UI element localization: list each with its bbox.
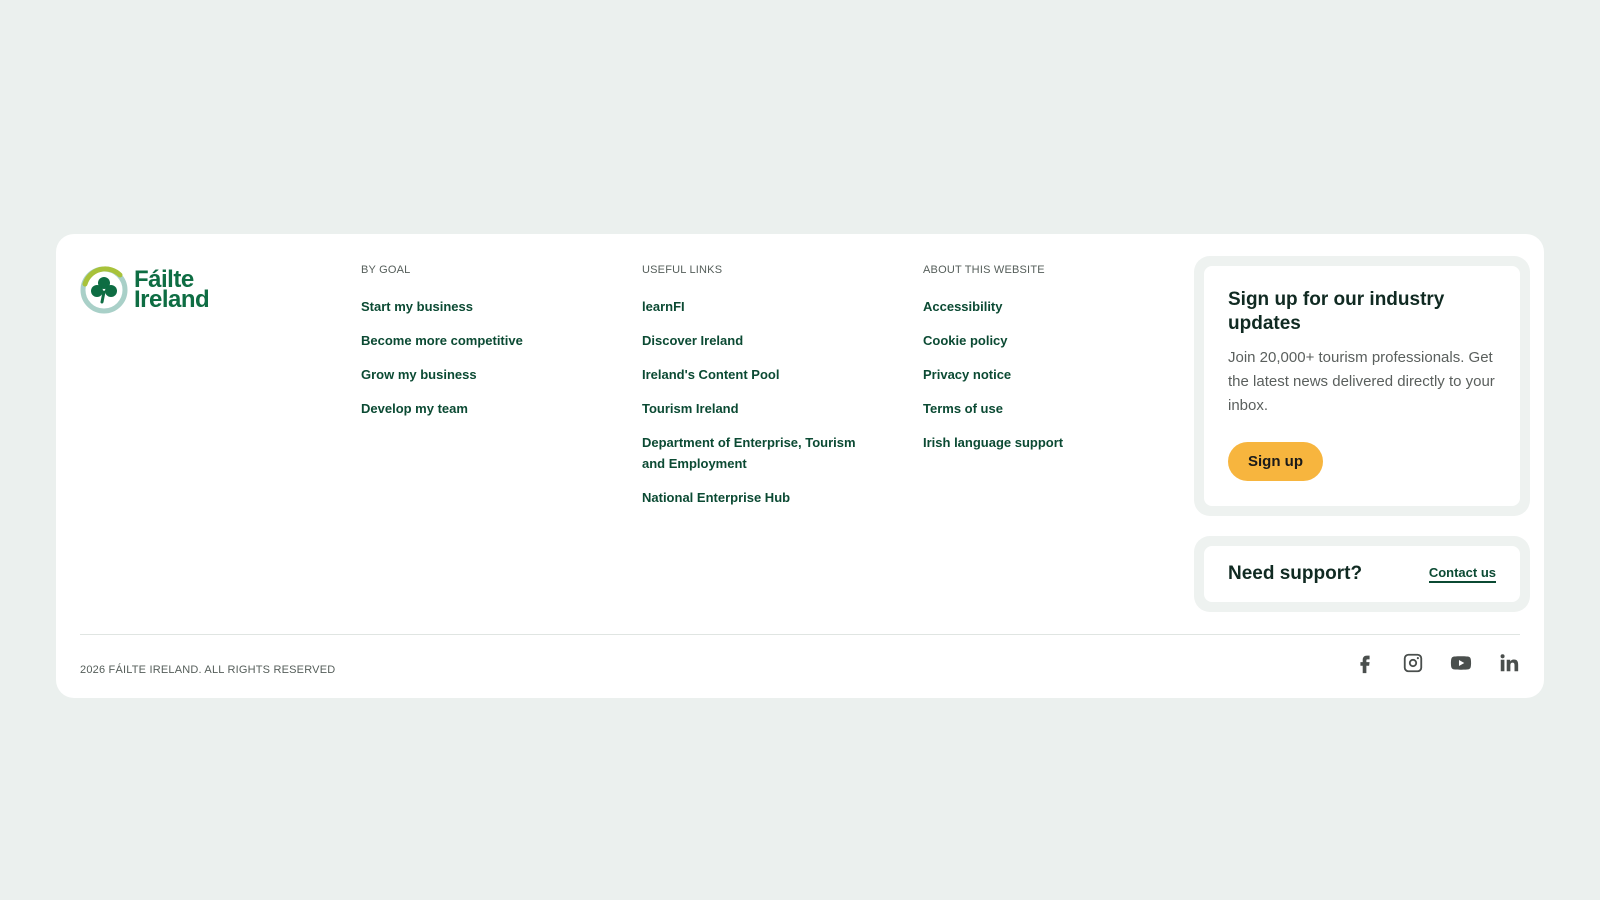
social-links [1354,652,1520,674]
signup-description: Join 20,000+ tourism professionals. Get … [1228,349,1495,414]
link-department-enterprise[interactable]: Department of Enterprise, Tourism and Em… [642,432,882,474]
link-national-enterprise-hub[interactable]: National Enterprise Hub [642,487,790,508]
link-start-my-business[interactable]: Start my business [361,296,473,317]
link-grow-my-business[interactable]: Grow my business [361,364,477,385]
link-irish-language-support[interactable]: Irish language support [923,432,1063,453]
copyright-text: 2026 FÁILTE IRELAND. ALL RIGHTS RESERVED [80,664,336,676]
link-accessibility[interactable]: Accessibility [923,296,1003,317]
link-develop-my-team[interactable]: Develop my team [361,398,468,419]
signup-card-inner: Sign up for our industry updates Join 20… [1204,266,1520,506]
brand-wordmark: Fáilte Ireland [134,268,210,313]
youtube-link[interactable] [1450,652,1472,674]
linkedin-link[interactable] [1498,652,1520,674]
about-website-heading: ABOUT THIS WEBSITE [923,264,1045,276]
about-website-column: ABOUT THIS WEBSITE Accessibility Cookie … [923,264,1173,466]
shamrock-logo-icon [80,266,128,314]
brand-line-2: Ireland [134,286,210,313]
link-cookie-policy[interactable]: Cookie policy [923,330,1008,351]
by-goal-list: Start my business Become more competitiv… [361,296,611,419]
link-become-more-competitive[interactable]: Become more competitive [361,330,523,351]
instagram-icon [1403,653,1423,673]
link-content-pool[interactable]: Ireland's Content Pool [642,364,779,385]
support-card: Need support? Contact us [1194,536,1530,612]
link-discover-ireland[interactable]: Discover Ireland [642,330,743,351]
link-terms-of-use[interactable]: Terms of use [923,398,1003,419]
signup-title: Sign up for our industry updates [1228,289,1445,334]
facebook-link[interactable] [1354,652,1376,674]
link-privacy-notice[interactable]: Privacy notice [923,364,1011,385]
useful-links-heading: USEFUL LINKS [642,264,723,276]
by-goal-heading: BY GOAL [361,264,411,276]
facebook-icon [1360,655,1370,674]
by-goal-column: BY GOAL Start my business Become more co… [361,264,611,432]
useful-links-list: learnFI Discover Ireland Ireland's Conte… [642,296,882,508]
about-website-list: Accessibility Cookie policy Privacy noti… [923,296,1173,453]
link-learnfi[interactable]: learnFI [642,296,685,317]
brand-logo[interactable]: Fáilte Ireland [80,266,210,314]
instagram-link[interactable] [1402,652,1424,674]
footer-divider [80,634,1520,635]
contact-us-link[interactable]: Contact us [1428,565,1496,583]
youtube-icon [1450,656,1472,670]
useful-links-column: USEFUL LINKS learnFI Discover Ireland Ir… [642,264,882,521]
site-footer: Fáilte Ireland BY GOAL Start my business… [56,234,1544,698]
signup-card: Sign up for our industry updates Join 20… [1194,256,1530,516]
support-title: Need support? [1228,563,1363,584]
linkedin-icon [1500,654,1519,672]
sign-up-button[interactable]: Sign up [1228,442,1323,481]
support-card-inner: Need support? Contact us [1204,546,1520,602]
link-tourism-ireland[interactable]: Tourism Ireland [642,398,739,419]
